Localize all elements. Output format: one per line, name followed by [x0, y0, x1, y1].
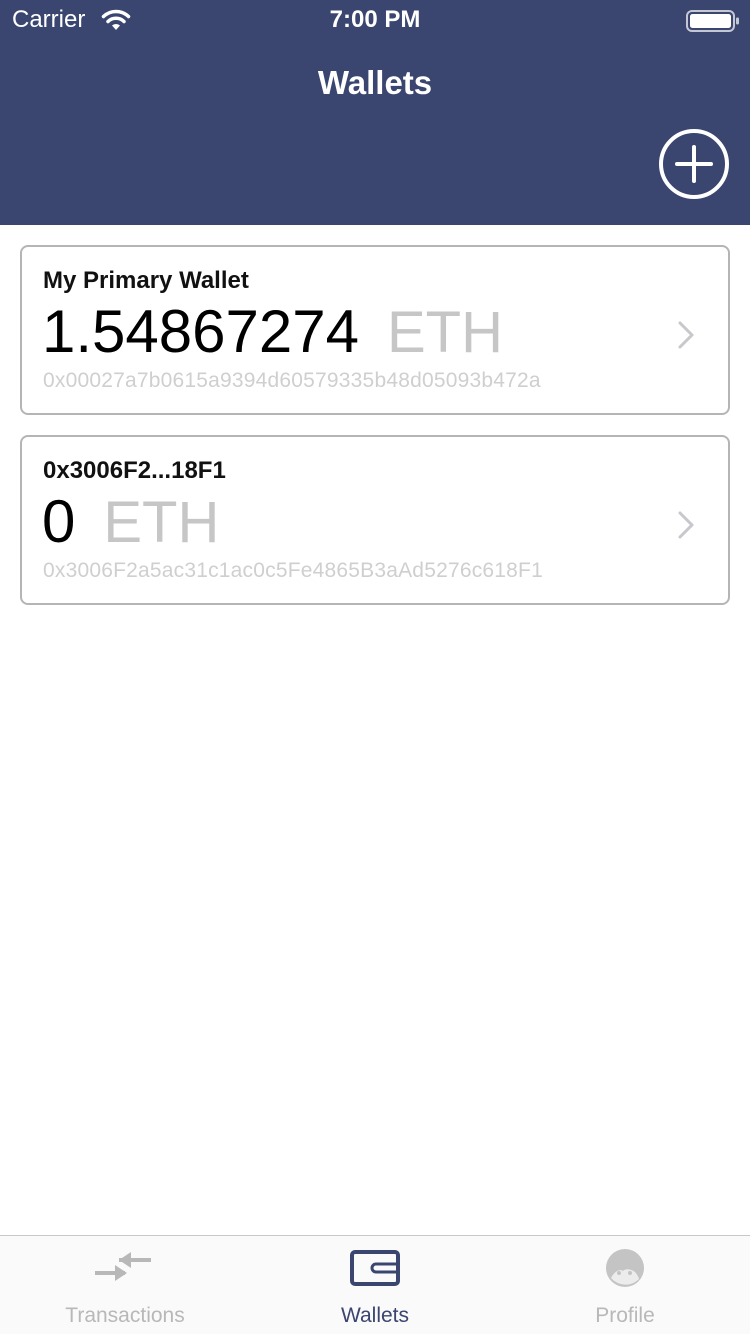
status-bar: Carrier 7:00 PM [0, 0, 750, 40]
add-wallet-button[interactable] [658, 128, 730, 200]
tab-transactions[interactable]: Transactions [0, 1236, 250, 1334]
currency-label: ETH [103, 490, 220, 555]
transactions-icon [95, 1252, 151, 1281]
tab-profile-label: Profile [595, 1304, 655, 1327]
battery-icon [686, 10, 739, 32]
wallet-balance: 1.54867274 [42, 298, 359, 365]
tab-profile[interactable]: Profile [500, 1236, 750, 1334]
tab-bar: Transactions Wallets Profile [0, 1235, 750, 1334]
chevron-right-icon [678, 321, 694, 349]
profile-icon [606, 1249, 644, 1287]
wallet-icon [350, 1250, 400, 1286]
page-title: Wallets [317, 64, 433, 101]
tab-transactions-label: Transactions [65, 1304, 185, 1327]
wallet-balance: 0 [42, 488, 76, 555]
chevron-right-icon [678, 511, 694, 539]
wallet-address: 0x3006F2a5ac31c1ac0c5Fe4865B3aAd5276c618… [43, 559, 543, 582]
header: Carrier 7:00 PM Wallets [0, 0, 750, 225]
tab-wallets-label: Wallets [340, 1304, 410, 1327]
wallet-name: My Primary Wallet [43, 267, 249, 294]
currency-label: ETH [387, 300, 503, 365]
clock: 7:00 PM [329, 6, 421, 33]
wallet-name: 0x3006F2...18F1 [43, 457, 226, 484]
tab-wallets[interactable]: Wallets [250, 1236, 500, 1334]
wallet-card[interactable]: 0x3006F2...18F1 0 ETH 0x3006F2a5ac31c1ac0… [20, 435, 730, 605]
wallet-address: 0x00027a7b0615a9394d60579335b48d05093b47… [43, 369, 541, 392]
wallet-card[interactable]: My Primary Wallet 1.54867274 ETH 0x00027a… [20, 245, 730, 415]
